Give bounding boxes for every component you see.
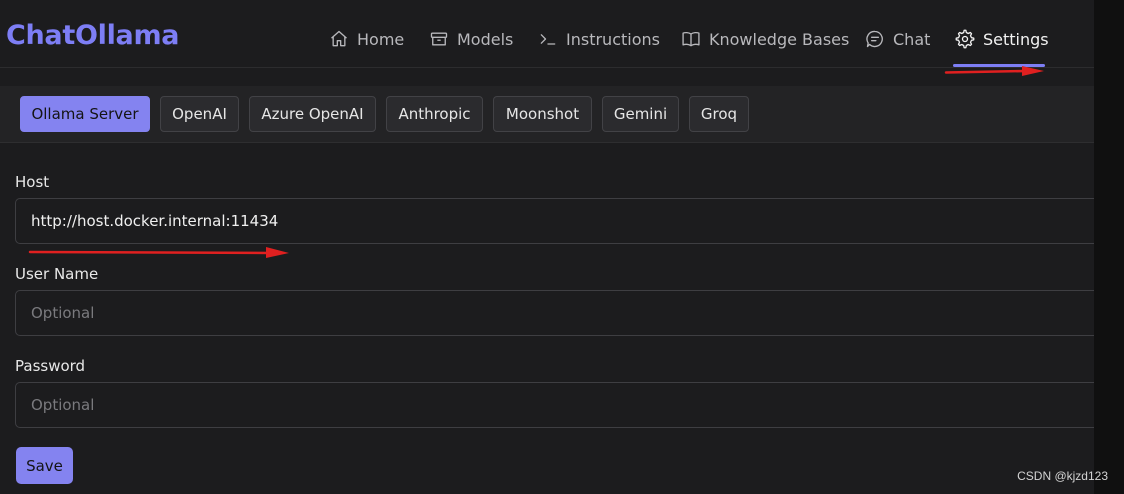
- provider-tabs: Ollama Server OpenAI Azure OpenAI Anthro…: [0, 86, 1094, 143]
- save-button[interactable]: Save: [16, 447, 73, 484]
- watermark: CSDN @kjzd123: [1017, 469, 1108, 483]
- top-navbar: ChatOllama Home Models Instructions Know…: [0, 0, 1094, 68]
- nav-item-knowledge-bases[interactable]: Knowledge Bases: [681, 27, 849, 51]
- home-icon: [331, 30, 347, 47]
- host-label: Host: [15, 173, 50, 191]
- active-nav-indicator: [953, 64, 1045, 67]
- book-icon: [682, 31, 700, 47]
- chat-icon: [866, 30, 883, 48]
- tab-gemini[interactable]: Gemini: [602, 96, 679, 132]
- gear-icon: [955, 29, 975, 49]
- nav-label-knowledge-bases: Knowledge Bases: [709, 29, 850, 49]
- tab-ollama-server[interactable]: Ollama Server: [20, 96, 150, 132]
- app-window: ChatOllama Home Models Instructions Know…: [0, 0, 1094, 494]
- nav-label-models: Models: [457, 29, 514, 49]
- tab-openai[interactable]: OpenAI: [160, 96, 239, 132]
- nav-item-home[interactable]: Home: [329, 27, 404, 51]
- terminal-icon: [540, 34, 556, 45]
- tab-moonshot[interactable]: Moonshot: [493, 96, 592, 132]
- tab-anthropic[interactable]: Anthropic: [386, 96, 483, 132]
- nav-label-settings: Settings: [983, 29, 1049, 49]
- password-input[interactable]: [15, 382, 1094, 428]
- nav-item-instructions[interactable]: Instructions: [538, 27, 660, 51]
- box-icon: [430, 32, 448, 46]
- host-input[interactable]: [15, 198, 1094, 244]
- username-label: User Name: [15, 265, 99, 283]
- nav-item-settings[interactable]: Settings: [955, 27, 1049, 51]
- nav-item-chat[interactable]: Chat: [865, 27, 930, 51]
- nav-label-instructions: Instructions: [566, 29, 660, 49]
- nav-label-home: Home: [357, 29, 405, 49]
- tab-azure-openai[interactable]: Azure OpenAI: [249, 96, 376, 132]
- nav-label-chat: Chat: [893, 29, 931, 49]
- tab-groq[interactable]: Groq: [689, 96, 749, 132]
- brand-logo[interactable]: ChatOllama: [6, 20, 180, 51]
- password-label: Password: [15, 357, 86, 375]
- nav-item-models[interactable]: Models: [429, 27, 513, 51]
- username-input[interactable]: [15, 290, 1094, 336]
